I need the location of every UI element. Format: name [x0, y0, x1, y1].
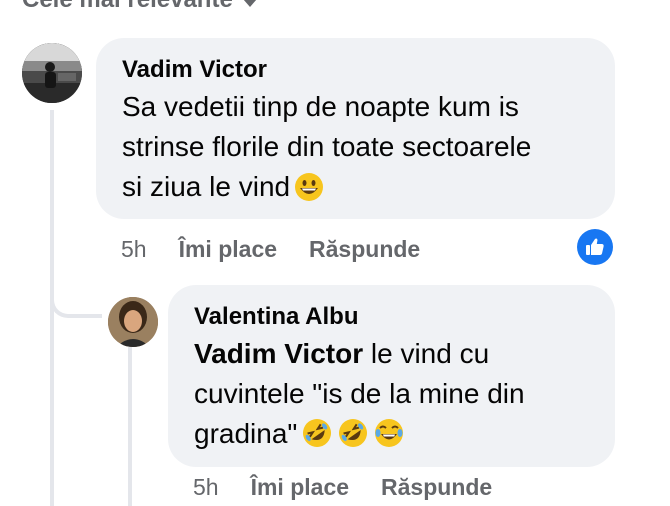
sort-label: Cele mai relevante: [22, 0, 233, 14]
comment-text-line: strinse florile din toate sectoarele: [122, 131, 532, 162]
comment-bubble: Vadim Victor Sa vedetii tinp de noapte k…: [96, 38, 615, 219]
comment-timestamp[interactable]: 5h: [121, 236, 147, 263]
reply-thread-line: [128, 346, 132, 506]
comment-actions: 5h Îmi place Răspunde: [121, 236, 420, 263]
comment-text-line: si ziua le vind: [122, 171, 291, 202]
comment-timestamp[interactable]: 5h: [193, 474, 219, 501]
sort-dropdown[interactable]: Cele mai relevante: [22, 0, 257, 14]
comment-text-line: cuvintele "is de la mine din: [194, 378, 525, 409]
reply-bubble: Valentina Albu Vadim Victor le vind cu c…: [168, 285, 615, 467]
chevron-down-icon: [242, 0, 257, 7]
rolling-on-floor-laughing-icon: [301, 417, 333, 460]
comment-text-line: le vind cu: [363, 338, 490, 369]
comment-actions: 5h Îmi place Răspunde: [193, 474, 492, 501]
grinning-face-icon: [294, 172, 324, 213]
mention-link[interactable]: Vadim Victor: [194, 338, 363, 369]
face-with-tears-of-joy-icon: [373, 417, 405, 460]
comment-author[interactable]: Vadim Victor: [122, 55, 589, 85]
comment-text-line: gradina": [194, 418, 298, 449]
like-button[interactable]: Îmi place: [179, 236, 277, 263]
comment-text: Sa vedetii tinp de noapte kum is strinse…: [122, 87, 589, 213]
avatar[interactable]: [108, 297, 158, 347]
like-button[interactable]: Îmi place: [251, 474, 349, 501]
thumbs-up-icon: [586, 238, 604, 255]
comment-text-line: Sa vedetii tinp de noapte kum is: [122, 91, 519, 122]
reply-button[interactable]: Răspunde: [309, 236, 420, 263]
reply-button[interactable]: Răspunde: [381, 474, 492, 501]
like-reaction-badge[interactable]: [577, 229, 613, 265]
comment-author[interactable]: Valentina Albu: [194, 302, 589, 332]
avatar[interactable]: [22, 43, 82, 103]
rolling-on-floor-laughing-icon: [337, 417, 369, 460]
reply-connector-line: [50, 270, 102, 318]
comment-text: Vadim Victor le vind cu cuvintele "is de…: [194, 334, 589, 460]
